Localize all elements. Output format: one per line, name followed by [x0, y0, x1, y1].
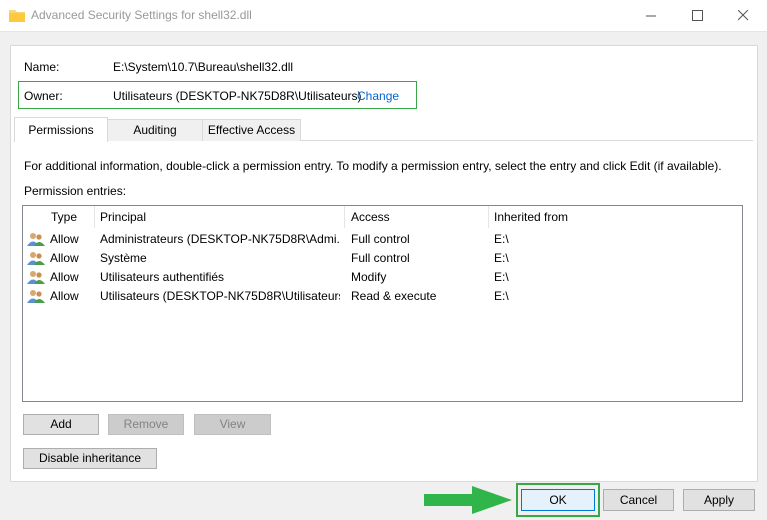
cell-type: Allow	[50, 270, 79, 284]
cell-access: Full control	[351, 232, 410, 246]
title-bar: Advanced Security Settings for shell32.d…	[0, 0, 767, 32]
cancel-button[interactable]: Cancel	[603, 489, 674, 511]
close-icon	[738, 10, 749, 21]
cell-principal: Système	[100, 251, 147, 265]
add-button[interactable]: Add	[23, 414, 99, 435]
users-icon	[27, 290, 45, 303]
column-header-access[interactable]: Access	[345, 206, 488, 228]
column-header-type[interactable]: Type	[45, 206, 95, 228]
tab-auditing[interactable]: Auditing	[106, 119, 204, 141]
cell-type: Allow	[50, 251, 79, 265]
view-button[interactable]: View	[194, 414, 271, 435]
permission-entries-list[interactable]: Type Principal Access Inherited from All…	[22, 205, 743, 402]
table-row[interactable]: Allow Système Full control E:\	[23, 249, 742, 268]
permission-entries-label: Permission entries:	[24, 184, 127, 198]
disable-inheritance-button[interactable]: Disable inheritance	[23, 448, 157, 469]
window-title: Advanced Security Settings for shell32.d…	[31, 8, 252, 22]
table-row[interactable]: Allow Utilisateurs authentifiés Modify E…	[23, 268, 742, 287]
cell-access: Modify	[351, 270, 387, 284]
maximize-button[interactable]	[675, 0, 721, 31]
users-icon	[27, 271, 45, 284]
cell-principal: Utilisateurs (DESKTOP-NK75D8R\Utilisateu…	[100, 289, 340, 303]
tab-permissions[interactable]: Permissions	[14, 117, 108, 142]
owner-value: Utilisateurs (DESKTOP-NK75D8R\Utilisateu…	[113, 89, 362, 103]
cell-inherited: E:\	[494, 289, 509, 303]
users-icon	[27, 252, 45, 265]
cell-principal: Utilisateurs authentifiés	[100, 270, 225, 284]
apply-button[interactable]: Apply	[683, 489, 755, 511]
minimize-button[interactable]	[629, 0, 675, 31]
cell-inherited: E:\	[494, 251, 509, 265]
name-value: E:\System\10.7\Bureau\shell32.dll	[113, 60, 294, 74]
cell-type: Allow	[50, 232, 79, 246]
table-row[interactable]: Allow Administrateurs (DESKTOP-NK75D8R\A…	[23, 230, 742, 249]
table-row[interactable]: Allow Utilisateurs (DESKTOP-NK75D8R\Util…	[23, 287, 742, 306]
owner-label: Owner:	[24, 89, 63, 103]
ok-button[interactable]: OK	[521, 489, 595, 511]
tab-effective-access[interactable]: Effective Access	[202, 119, 301, 141]
close-button[interactable]	[721, 0, 767, 31]
cell-type: Allow	[50, 289, 79, 303]
cell-access: Full control	[351, 251, 410, 265]
remove-button[interactable]: Remove	[108, 414, 184, 435]
change-owner-link[interactable]: Change	[357, 89, 399, 103]
cell-principal: Administrateurs (DESKTOP-NK75D8R\Admi...	[100, 232, 340, 246]
cell-inherited: E:\	[494, 270, 509, 284]
users-icon	[27, 233, 45, 246]
maximize-icon	[692, 10, 703, 21]
folder-icon	[9, 10, 25, 22]
cell-inherited: E:\	[494, 232, 509, 246]
cell-access: Read & execute	[351, 289, 437, 303]
arrow-right-icon	[424, 486, 512, 514]
column-header-principal[interactable]: Principal	[94, 206, 344, 228]
name-label: Name:	[24, 60, 60, 74]
minimize-icon	[646, 15, 656, 17]
description-text: For additional information, double-click…	[24, 159, 722, 173]
column-header-inherited-from[interactable]: Inherited from	[488, 206, 738, 228]
